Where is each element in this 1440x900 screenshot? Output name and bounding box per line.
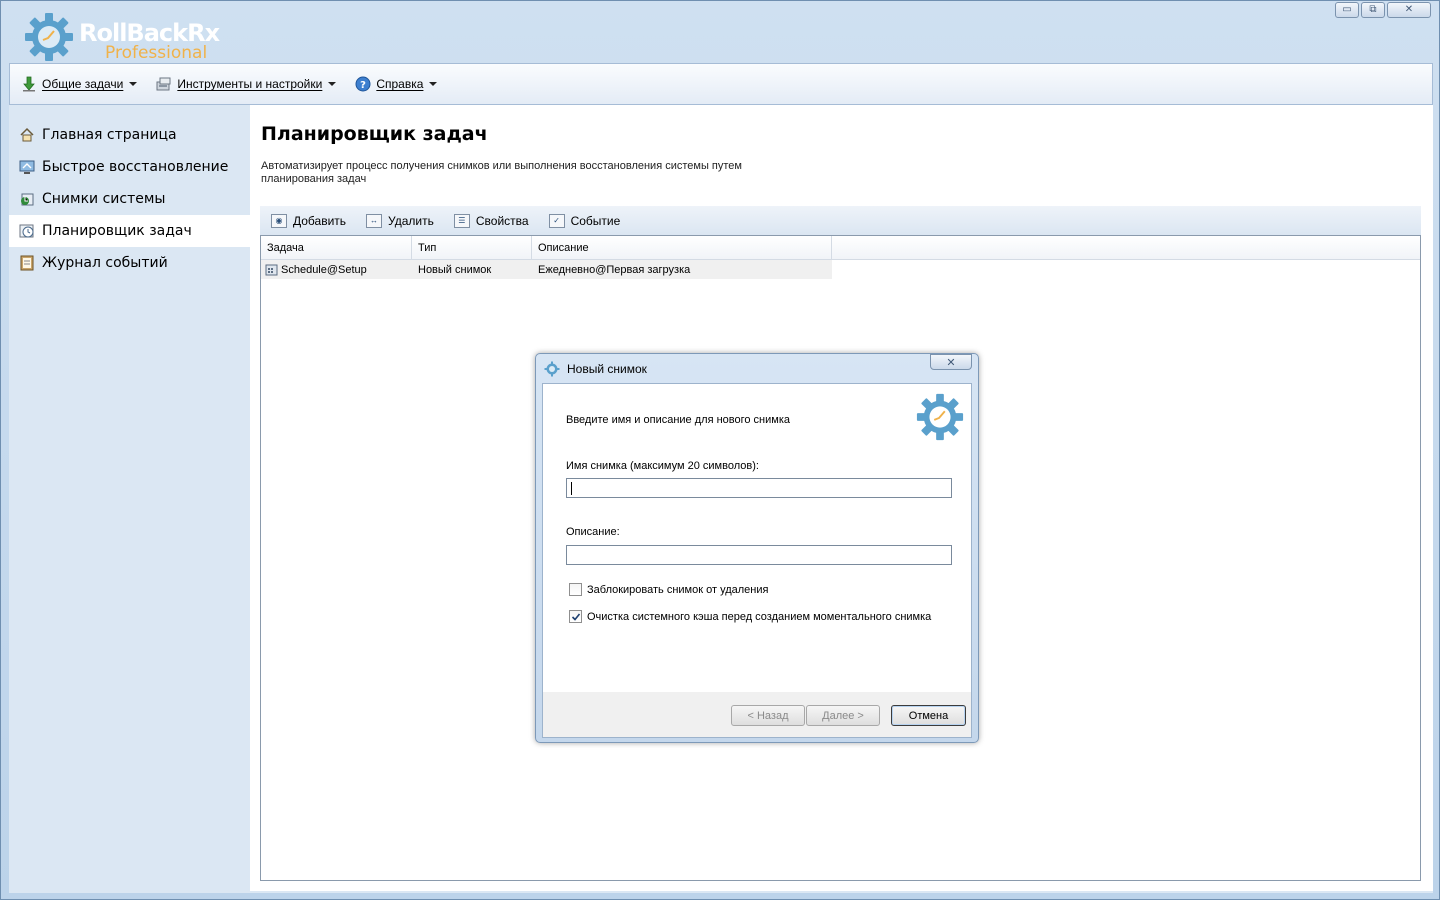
logo-subtitle: Professional: [105, 43, 208, 63]
table-cell-description: Ежедневно@Первая загрузка: [538, 263, 691, 276]
download-arrow-icon: [20, 75, 38, 93]
delete-task-button[interactable]: ↔ Удалить: [366, 213, 434, 228]
snapshot-name-label: Имя снимка (максимум 20 символов):: [566, 460, 759, 472]
clear-cache-checkbox[interactable]: [569, 610, 582, 623]
back-button[interactable]: < Назад: [731, 705, 805, 726]
scheduled-task-icon: [265, 263, 279, 277]
dialog-titlebar: Новый снимок: [544, 361, 647, 377]
action-label: Добавить: [293, 213, 347, 228]
help-icon: ?: [354, 75, 372, 93]
sidebar-item-snapshots[interactable]: Снимки системы: [9, 183, 250, 215]
tools-icon: [155, 75, 173, 93]
delete-icon: ↔: [366, 213, 383, 228]
add-icon: ◉: [271, 213, 287, 228]
menu-toolbar: Общие задачи Инструменты и настройки ? С…: [9, 63, 1433, 105]
menu-label: Справка: [376, 77, 424, 91]
restore-icon: [19, 159, 35, 175]
snapshot-icon: [19, 191, 35, 207]
log-icon: [19, 255, 35, 271]
sidebar: Главная страница Быстрое восстановление …: [9, 105, 250, 891]
properties-icon: ☰: [453, 213, 470, 228]
table-cell-type: Новый снимок: [418, 263, 492, 276]
chevron-down-icon: [429, 82, 438, 86]
page-title: Планировщик задач: [261, 123, 488, 145]
dialog-close-button[interactable]: ✕: [930, 354, 972, 370]
app-window: ▭ ⧉ ✕ RollBackRx Professional Общие зада…: [0, 0, 1440, 900]
restore-window-icon: ⧉: [1369, 4, 1377, 15]
action-label: Удалить: [388, 213, 434, 228]
sidebar-item-label: Быстрое восстановление: [42, 159, 229, 175]
lock-snapshot-label: Заблокировать снимок от удаления: [587, 583, 769, 596]
menu-common-tasks[interactable]: Общие задачи: [20, 75, 138, 93]
close-icon: ✕: [946, 355, 956, 369]
sidebar-item-label: Главная страница: [42, 127, 177, 143]
menu-label: Инструменты и настройки: [177, 77, 323, 91]
app-logo: RollBackRx Professional: [23, 11, 220, 63]
menu-label: Общие задачи: [42, 77, 124, 91]
new-snapshot-dialog: Новый снимок ✕ Введите имя и описание дл…: [535, 353, 979, 743]
checkmark-icon: [571, 612, 580, 621]
dialog-title: Новый снимок: [567, 362, 647, 376]
close-icon: ✕: [1404, 4, 1414, 15]
clock-icon: [19, 223, 35, 239]
chevron-down-icon: [328, 82, 337, 86]
column-header-description[interactable]: Описание: [532, 236, 832, 259]
action-label: Событие: [570, 213, 621, 228]
clear-cache-label: Очистка системного кэша перед созданием …: [587, 610, 932, 623]
description-label: Описание:: [566, 526, 620, 538]
gear-logo-icon: [25, 13, 73, 61]
next-button[interactable]: Далее >: [806, 705, 880, 726]
sidebar-item-event-log[interactable]: Журнал событий: [9, 247, 250, 279]
dialog-footer: < Назад Далее > Отмена: [542, 692, 972, 738]
status-strip: [9, 891, 1433, 893]
table-row[interactable]: Schedule@Setup Новый снимок Ежедневно@Пе…: [261, 260, 832, 279]
add-task-button[interactable]: ◉ Добавить: [271, 213, 347, 228]
menu-tools-settings[interactable]: Инструменты и настройки: [155, 75, 337, 93]
window-controls: ▭ ⧉ ✕: [1335, 2, 1431, 18]
cancel-button[interactable]: Отмена: [891, 705, 966, 726]
gear-clock-icon: [916, 393, 964, 441]
action-label: Свойства: [475, 213, 529, 228]
sidebar-item-label: Журнал событий: [42, 255, 168, 271]
snapshot-name-input[interactable]: [566, 478, 952, 498]
sidebar-item-label: Снимки системы: [42, 191, 166, 207]
page-description: Автоматизирует процесс получения снимков…: [261, 160, 742, 185]
column-header-task[interactable]: Задача: [261, 236, 412, 259]
table-header: Задача Тип Описание: [261, 236, 1420, 260]
sidebar-item-home[interactable]: Главная страница: [9, 119, 250, 151]
sidebar-item-label: Планировщик задач: [42, 223, 192, 239]
minimize-icon: ▭: [1342, 4, 1352, 15]
column-header-type[interactable]: Тип: [412, 236, 532, 259]
close-button[interactable]: ✕: [1387, 2, 1431, 18]
lock-snapshot-option[interactable]: Заблокировать снимок от удаления: [569, 583, 768, 596]
restore-button[interactable]: ⧉: [1361, 2, 1385, 18]
gear-icon: [544, 361, 560, 377]
svg-text:?: ?: [360, 80, 366, 91]
lock-snapshot-checkbox[interactable]: [569, 583, 582, 596]
dialog-intro: Введите имя и описание для нового снимка: [566, 414, 791, 426]
task-properties-button[interactable]: ☰ Свойства: [453, 213, 529, 228]
chevron-down-icon: [129, 82, 138, 86]
task-name: Schedule@Setup: [281, 263, 367, 276]
description-input[interactable]: [566, 545, 952, 565]
table-cell-task: Schedule@Setup: [261, 260, 412, 279]
clear-cache-option[interactable]: Очистка системного кэша перед созданием …: [569, 610, 931, 623]
sidebar-item-quick-restore[interactable]: Быстрое восстановление: [9, 151, 250, 183]
home-icon: [19, 127, 35, 143]
minimize-button[interactable]: ▭: [1335, 2, 1359, 18]
sidebar-item-scheduler[interactable]: Планировщик задач: [9, 215, 250, 247]
menu-help[interactable]: ? Справка: [354, 75, 438, 93]
scheduler-actions-bar: ◉ Добавить ↔ Удалить ☰ Свойства ✓ Событи…: [260, 206, 1421, 235]
dialog-body: Введите имя и описание для нового снимка…: [542, 383, 972, 692]
checkmark-icon: ✓: [548, 213, 565, 228]
text-cursor: [571, 482, 572, 495]
task-event-button[interactable]: ✓ Событие: [548, 213, 621, 228]
